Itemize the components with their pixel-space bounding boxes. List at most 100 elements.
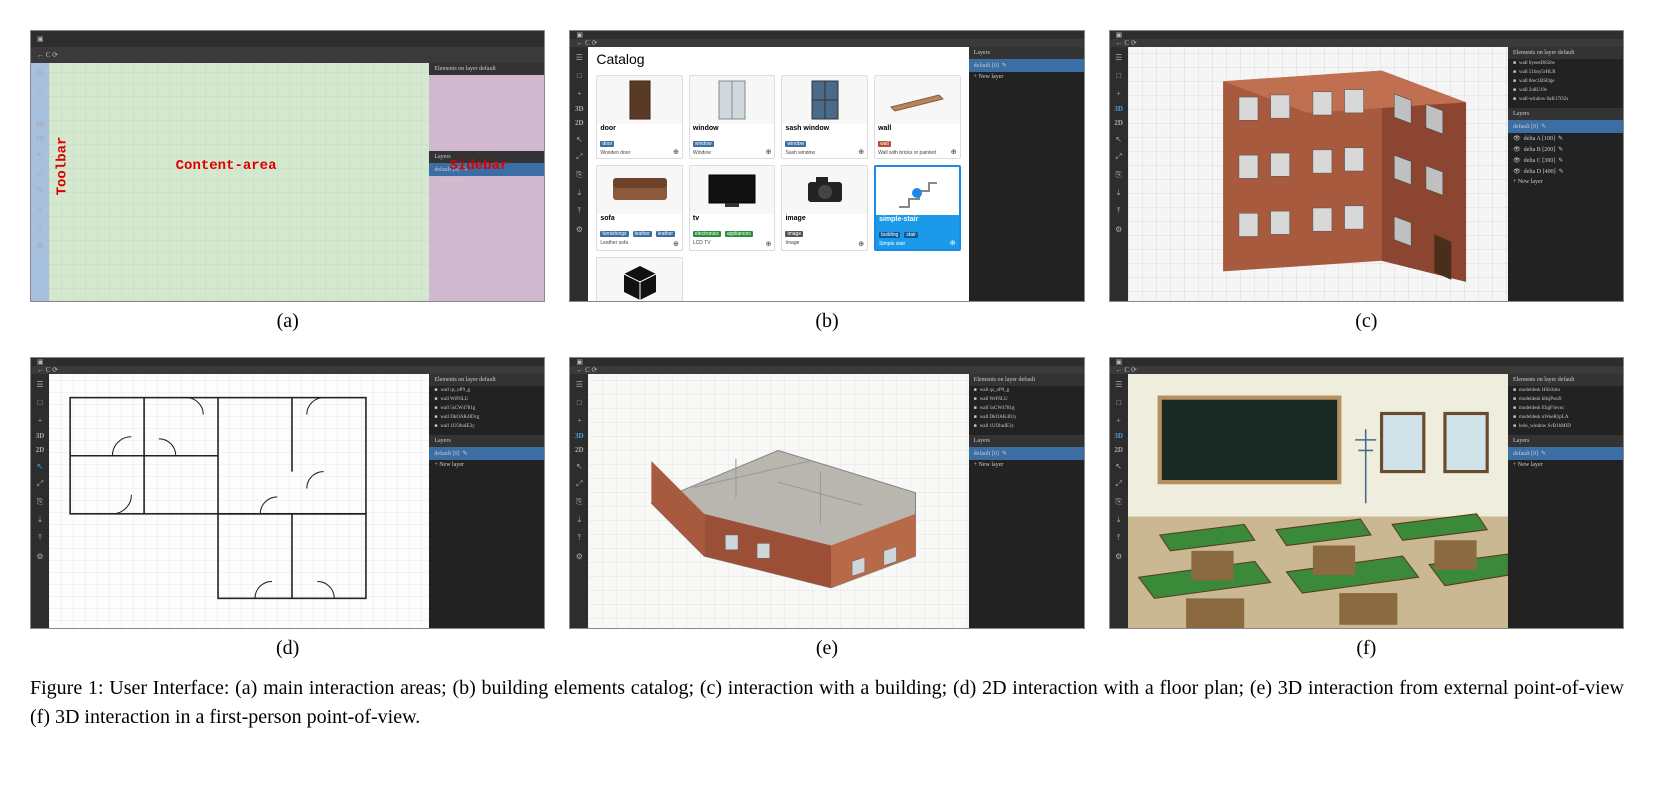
upload-icon[interactable]: ⤒ bbox=[1113, 205, 1125, 217]
3d-toggle[interactable]: 3D bbox=[36, 432, 45, 440]
element-row[interactable]: ■ wall DkOAK4lUy bbox=[969, 413, 1084, 422]
menu-icon[interactable]: ☰ bbox=[573, 378, 585, 390]
upload-icon[interactable]: ⤒ bbox=[1113, 532, 1125, 544]
gear-icon[interactable]: ⚙ bbox=[1113, 223, 1125, 235]
pencil-icon[interactable]: ✎ bbox=[1002, 450, 1007, 457]
element-row[interactable]: ■ wall 1UOhuIE3y bbox=[429, 422, 544, 431]
download-icon[interactable]: ⤓ bbox=[34, 514, 46, 526]
element-row[interactable]: ■ wall 2u8U19s bbox=[1508, 86, 1623, 95]
pencil-icon[interactable]: ✎ bbox=[1541, 450, 1546, 457]
pan-icon[interactable]: ⤢ bbox=[34, 478, 46, 490]
active-layer-row[interactable]: default [0]✎ bbox=[1508, 120, 1623, 133]
menu-icon[interactable]: ☰ bbox=[1113, 378, 1125, 390]
file-icon[interactable]: □ bbox=[1113, 69, 1125, 81]
element-row[interactable]: ■ wall 8rec1BSDge bbox=[1508, 77, 1623, 86]
upload-icon[interactable]: ⤒ bbox=[573, 532, 585, 544]
catalog-item-generic[interactable] bbox=[596, 257, 683, 302]
layer-row[interactable]: 👁 delta D [400] ✎ bbox=[1508, 166, 1623, 177]
add-icon[interactable]: + bbox=[573, 414, 585, 426]
2d-toggle[interactable]: 2D bbox=[1114, 119, 1123, 127]
add-icon[interactable]: + bbox=[1113, 414, 1125, 426]
copy-icon[interactable]: ⎘ bbox=[573, 169, 585, 181]
gear-icon[interactable]: ⚙ bbox=[34, 239, 46, 251]
layer-row[interactable]: 👁 delta A [100] ✎ bbox=[1508, 133, 1623, 144]
3d-toggle[interactable]: 3D bbox=[1114, 432, 1123, 440]
element-row[interactable]: ■ wall 5sCW4781g bbox=[969, 404, 1084, 413]
catalog-item-wall[interactable]: wall wall Wall with bricks or painted ⊕ bbox=[874, 75, 961, 159]
viewport-first-person[interactable] bbox=[1128, 374, 1508, 629]
active-layer-row[interactable]: default [0]✎ bbox=[969, 447, 1084, 460]
new-layer-button[interactable]: + New layer bbox=[429, 176, 544, 186]
element-row[interactable]: ■ wall 51bny5rHLR bbox=[1508, 68, 1623, 77]
catalog-item-sofa[interactable]: sofa furnishingsleatherleather Leather s… bbox=[596, 165, 683, 251]
element-row[interactable]: ■ modeldesk EhgF1ecoc bbox=[1508, 404, 1623, 413]
viewport-3d-external[interactable] bbox=[588, 374, 968, 629]
element-row[interactable]: ■ wall 5sCW4781g bbox=[429, 404, 544, 413]
select-icon[interactable]: ↖ bbox=[1113, 460, 1125, 472]
catalog-item-tv[interactable]: tv electronicsappliances LCD TV ⊕ bbox=[689, 165, 776, 251]
2d-toggle[interactable]: 2D bbox=[1114, 446, 1123, 454]
plus-icon[interactable]: ⊕ bbox=[951, 148, 957, 156]
add-icon[interactable]: + bbox=[34, 103, 46, 115]
add-icon[interactable]: + bbox=[1113, 87, 1125, 99]
file-icon[interactable]: □ bbox=[1113, 396, 1125, 408]
pan-icon[interactable]: ⤢ bbox=[573, 478, 585, 490]
gear-icon[interactable]: ⚙ bbox=[34, 550, 46, 562]
menu-icon[interactable]: ☰ bbox=[1113, 51, 1125, 63]
element-row[interactable]: ■ wall WrF6LU bbox=[969, 395, 1084, 404]
element-row[interactable]: ■ wall 1UOhuIE3y bbox=[969, 422, 1084, 431]
pencil-icon[interactable]: ✎ bbox=[462, 450, 467, 457]
menu-icon[interactable]: ☰ bbox=[34, 67, 46, 79]
add-icon[interactable]: + bbox=[573, 87, 585, 99]
catalog-item-image[interactable]: image image Image ⊕ bbox=[781, 165, 868, 251]
plus-icon[interactable]: ⊕ bbox=[858, 148, 864, 156]
viewport-3d[interactable] bbox=[1128, 47, 1508, 302]
plus-icon[interactable]: ⊕ bbox=[858, 240, 864, 248]
2d-toggle[interactable]: 2D bbox=[575, 446, 584, 454]
3d-toggle[interactable]: 3D bbox=[1114, 105, 1123, 113]
select-icon[interactable]: ↖ bbox=[573, 460, 585, 472]
catalog-item-window[interactable]: window window Window ⊕ bbox=[689, 75, 776, 159]
download-icon[interactable]: ⤓ bbox=[573, 187, 585, 199]
copy-icon[interactable]: ⎘ bbox=[1113, 169, 1125, 181]
element-row[interactable]: ■ hole_window SvB1hMID bbox=[1508, 422, 1623, 431]
element-row[interactable]: ■ wall DkOAK4lDcg bbox=[429, 413, 544, 422]
viewport-2d[interactable] bbox=[49, 374, 429, 629]
2d-toggle[interactable]: 2D bbox=[36, 135, 45, 143]
pan-icon[interactable]: ⤢ bbox=[1113, 478, 1125, 490]
catalog-item-sash-window[interactable]: sash window window Sash window ⊕ bbox=[781, 75, 868, 159]
download-icon[interactable]: ⤓ bbox=[573, 514, 585, 526]
element-row[interactable]: ■ modeldesk h8sjPsui9 bbox=[1508, 395, 1623, 404]
element-row[interactable]: ■ wall qs_oP9_g bbox=[429, 386, 544, 395]
copy-icon[interactable]: ⎘ bbox=[34, 496, 46, 508]
menu-icon[interactable]: ☰ bbox=[573, 51, 585, 63]
select-icon[interactable]: ↖ bbox=[34, 460, 46, 472]
new-layer-button[interactable]: + New layer bbox=[1508, 460, 1623, 470]
2d-toggle[interactable]: 2D bbox=[36, 446, 45, 454]
add-icon[interactable]: + bbox=[34, 414, 46, 426]
download-icon[interactable]: ⤓ bbox=[1113, 514, 1125, 526]
file-icon[interactable]: □ bbox=[573, 396, 585, 408]
pencil-icon[interactable]: ✎ bbox=[1002, 62, 1007, 69]
active-layer-row[interactable]: default [0]✎ bbox=[969, 59, 1084, 72]
active-layer-row[interactable]: default [0]✎ bbox=[429, 447, 544, 460]
element-row[interactable]: ■ wall-window 0aK17O2s bbox=[1508, 95, 1623, 104]
plus-icon[interactable]: ⊕ bbox=[673, 148, 679, 156]
element-row[interactable]: ■ wall qs_oP9_g bbox=[969, 386, 1084, 395]
select-icon[interactable]: ↖ bbox=[1113, 133, 1125, 145]
select-icon[interactable]: ↖ bbox=[34, 149, 46, 161]
3d-toggle[interactable]: 3D bbox=[575, 105, 584, 113]
layer-row[interactable]: 👁 delta C [300] ✎ bbox=[1508, 155, 1623, 166]
element-row[interactable]: ■ modeldesk HSb3dru bbox=[1508, 386, 1623, 395]
camera-icon[interactable]: ⎘ bbox=[1113, 496, 1125, 508]
menu-icon[interactable]: ☰ bbox=[34, 378, 46, 390]
file-icon[interactable]: □ bbox=[34, 396, 46, 408]
upload-icon[interactable]: ⤒ bbox=[34, 221, 46, 233]
download-icon[interactable]: ⤓ bbox=[1113, 187, 1125, 199]
catalog-item-door[interactable]: door door Wooden door ⊕ bbox=[596, 75, 683, 159]
select-icon[interactable]: ↖ bbox=[573, 133, 585, 145]
element-row[interactable]: ■ modeldesk uWoeR1pLA bbox=[1508, 413, 1623, 422]
gear-icon[interactable]: ⚙ bbox=[573, 223, 585, 235]
copy-icon[interactable]: ⎘ bbox=[573, 496, 585, 508]
pan-icon[interactable]: ⤢ bbox=[573, 151, 585, 163]
